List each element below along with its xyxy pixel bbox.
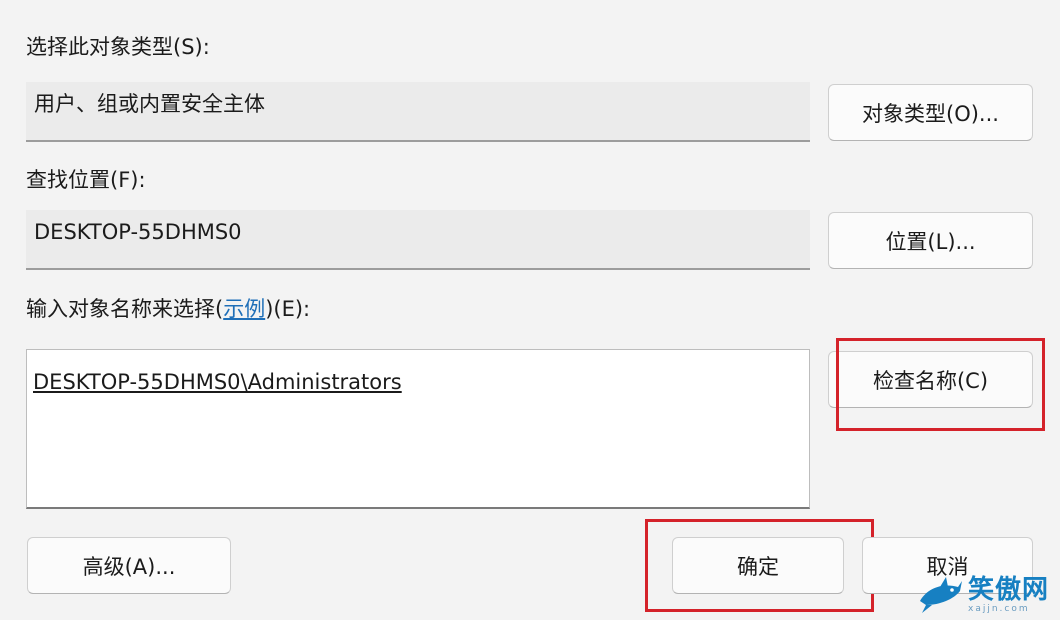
ok-button[interactable]: 确定 [672, 537, 844, 594]
object-names-label-prefix: 输入对象名称来选择( [26, 297, 224, 321]
watermark-subtitle: xajjn.com [968, 603, 1030, 614]
advanced-button[interactable]: 高级(A)... [27, 537, 231, 594]
object-type-field: 用户、组或内置安全主体 [26, 82, 810, 142]
watermark: 笑傲网 xajjn.com [918, 572, 1058, 618]
object-types-button[interactable]: 对象类型(O)... [828, 84, 1033, 141]
object-name-entry: DESKTOP-55DHMS0\Administrators [33, 370, 402, 394]
object-type-label: 选择此对象类型(S): [26, 35, 210, 59]
object-names-label-suffix: )(E): [265, 297, 311, 321]
shark-logo-icon [920, 577, 962, 613]
object-names-label: 输入对象名称来选择(示例)(E): [26, 295, 310, 323]
locations-button[interactable]: 位置(L)... [828, 212, 1033, 269]
examples-link[interactable]: 示例 [223, 297, 265, 321]
object-names-input[interactable]: DESKTOP-55DHMS0\Administrators [26, 349, 810, 509]
location-label: 查找位置(F): [26, 168, 146, 192]
location-field: DESKTOP-55DHMS0 [26, 210, 810, 270]
check-names-button[interactable]: 检查名称(C) [828, 351, 1033, 408]
watermark-title: 笑傲网 [968, 574, 1050, 605]
